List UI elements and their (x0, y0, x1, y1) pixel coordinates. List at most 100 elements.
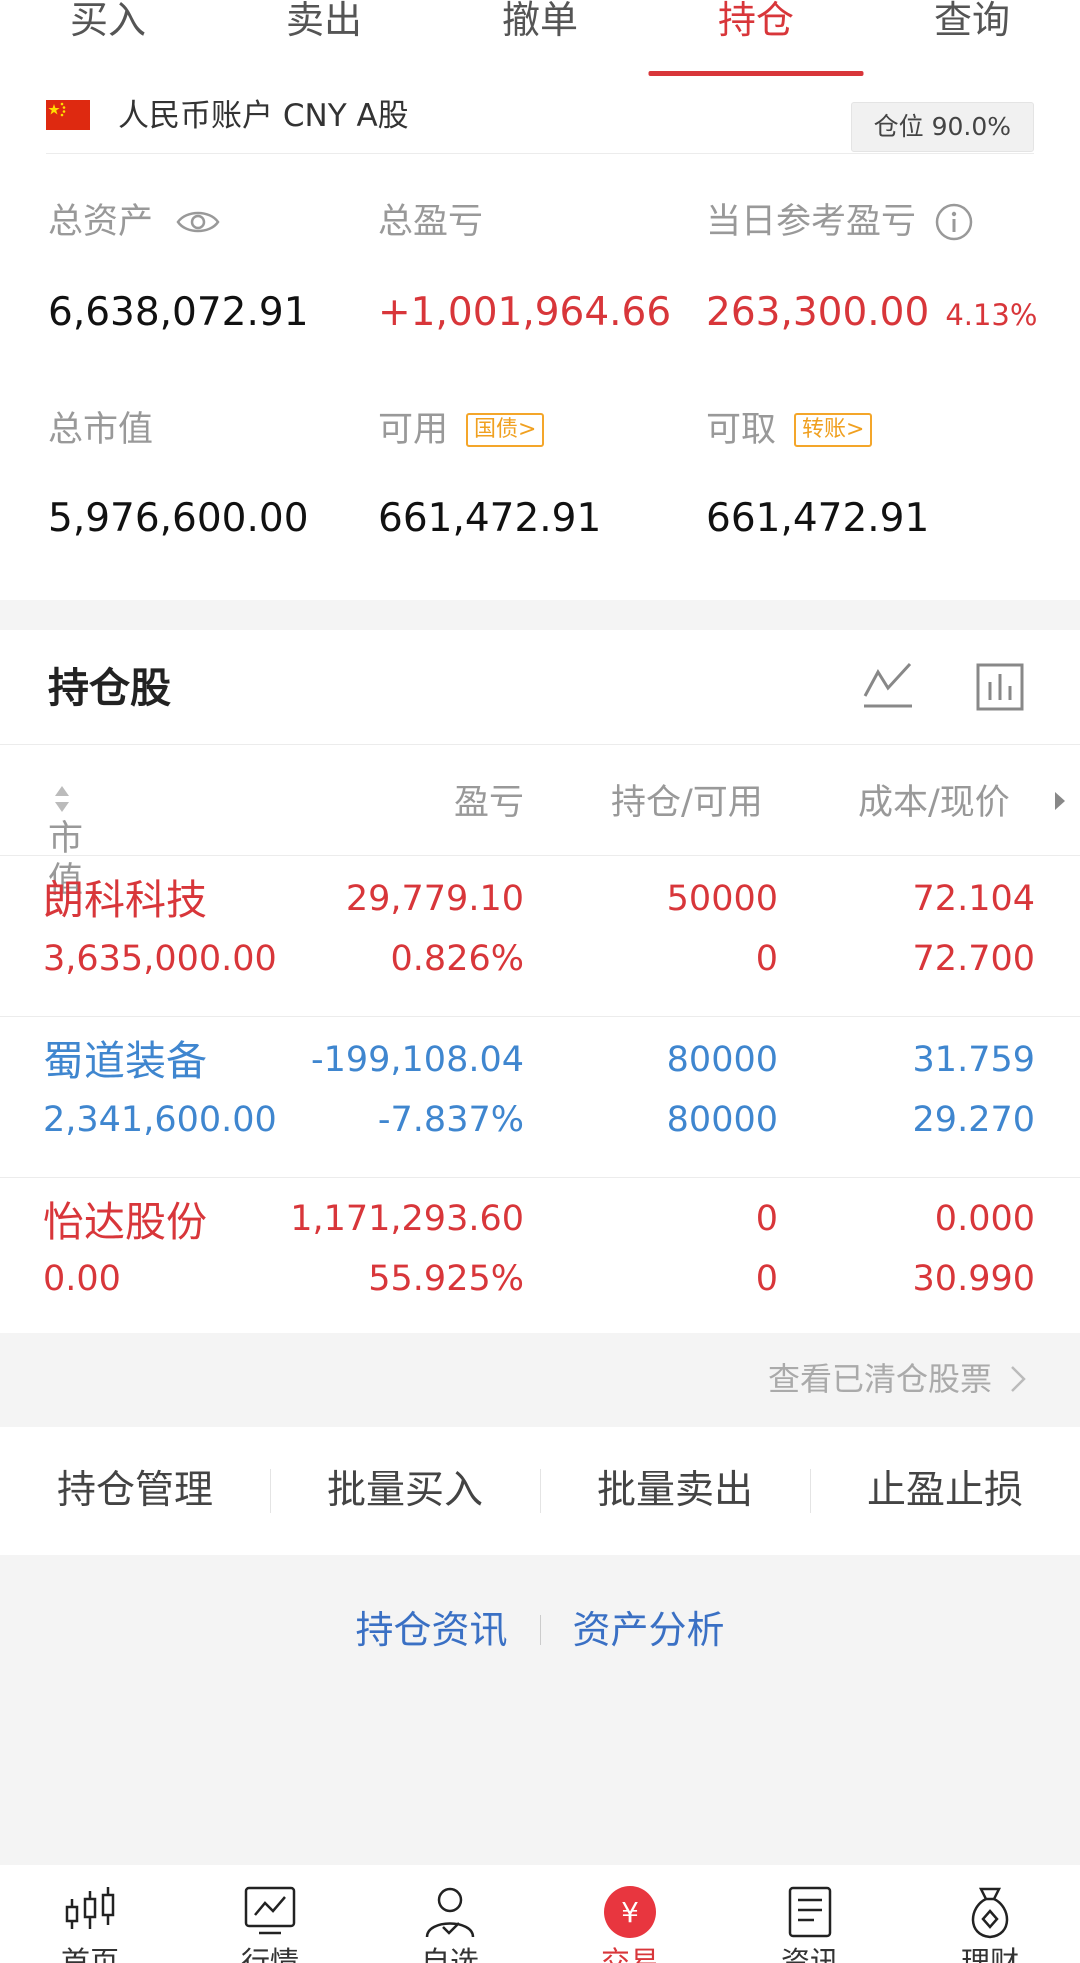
yuan-icon: ¥ (604, 1886, 656, 1938)
batch-sell-button[interactable]: 批量卖出 (540, 1467, 810, 1515)
nav-home[interactable]: 首页 (0, 1865, 180, 1963)
nav-wealth-label: 理财 (960, 1945, 1019, 1963)
svg-text:¥: ¥ (621, 1896, 639, 1929)
chart-icon (244, 1886, 296, 1935)
withdrawable-label-group: 可取 转账> (706, 410, 873, 450)
stock-name: 蜀道装备 (43, 1037, 207, 1085)
column-cost-price: 成本/现价 (858, 783, 1010, 823)
cleared-stocks-link[interactable]: 查看已清仓股票 (768, 1359, 1030, 1399)
nav-trade[interactable]: ¥ 交易 (540, 1865, 720, 1963)
stock-position: 0 (755, 1199, 778, 1239)
total-assets-label-group: 总资产 (48, 202, 221, 242)
column-position: 持仓/可用 (611, 783, 763, 823)
stock-price: 72.700 (912, 939, 1035, 979)
asset-analysis-link[interactable]: 资产分析 (573, 1607, 725, 1653)
person-check-icon (425, 1887, 475, 1938)
account-row: 人民币账户 CNY A股 仓位 90.0% (46, 94, 1034, 154)
holdings-header: 持仓股 (0, 630, 1080, 745)
total-assets-value: 6,638,072.91 (48, 290, 309, 335)
position-management-button[interactable]: 持仓管理 (0, 1467, 270, 1515)
holding-row[interactable]: 朗科科技 3,635,000.00 29,779.10 0.826% 50000… (0, 857, 1080, 1017)
links-row: 持仓资讯 资产分析 (0, 1607, 1080, 1653)
stock-pnl: 1,171,293.60 (290, 1199, 524, 1239)
position-ratio-badge: 仓位 90.0% (850, 102, 1034, 152)
bar-chart-icon[interactable] (975, 662, 1025, 712)
total-assets-label: 总资产 (48, 202, 154, 242)
stock-available: 80000 (666, 1100, 778, 1140)
holding-row[interactable]: 怡达股份 0.00 1,171,293.60 55.925% 0 0 0.000… (0, 1179, 1080, 1333)
available-value: 661,472.91 (378, 496, 602, 541)
tab-cancel[interactable]: 撤单 (432, 0, 648, 76)
stock-price: 29.270 (912, 1100, 1035, 1140)
stock-price: 30.990 (912, 1259, 1035, 1299)
tab-query[interactable]: 查询 (864, 0, 1080, 76)
daily-pnl-value: 263,300.00 (706, 290, 930, 335)
stock-market-value: 3,635,000.00 (43, 939, 277, 979)
nav-watchlist-label: 自选 (420, 1945, 479, 1963)
daily-pnl-label: 当日参考盈亏 (706, 202, 917, 242)
tab-holdings[interactable]: 持仓 (648, 0, 864, 76)
tab-buy[interactable]: 买入 (0, 0, 216, 76)
daily-pnl-group: 263,300.00 4.13% (706, 291, 1037, 337)
stock-market-value: 2,341,600.00 (43, 1100, 277, 1140)
stock-pnl-percent: 0.826% (390, 939, 524, 979)
tab-sell[interactable]: 卖出 (216, 0, 432, 76)
sort-icon (55, 786, 69, 812)
stock-cost: 72.104 (912, 879, 1035, 919)
stock-pnl-percent: 55.925% (368, 1259, 524, 1299)
sort-market-value[interactable]: 市值 (48, 782, 83, 901)
stock-name: 朗科科技 (43, 876, 207, 924)
info-icon[interactable] (934, 202, 974, 242)
stock-name: 怡达股份 (43, 1198, 207, 1246)
cleared-stocks-label: 查看已清仓股票 (767, 1360, 992, 1398)
holding-actions: 持仓管理 批量买入 批量卖出 止盈止损 (0, 1427, 1080, 1555)
nav-market[interactable]: 行情 (180, 1865, 360, 1963)
eye-icon[interactable] (175, 207, 221, 237)
treasury-bond-tag[interactable]: 国债> (466, 413, 545, 447)
link-separator (539, 1615, 541, 1645)
active-tab-indicator (648, 71, 864, 76)
nav-market-label: 行情 (240, 1945, 299, 1963)
top-tabs: 买入 卖出 撤单 持仓 查询 (0, 0, 1080, 76)
stock-available: 0 (755, 939, 778, 979)
scroll-right-icon[interactable] (1052, 786, 1068, 816)
available-label: 可用 (378, 410, 449, 450)
daily-pnl-percent: 4.13% (945, 298, 1038, 332)
nav-home-label: 首页 (60, 1945, 119, 1963)
bottom-navigation: 首页 行情 自选 ¥ 交易 资讯 理财 (0, 1865, 1080, 1963)
stock-available: 0 (755, 1259, 778, 1299)
nav-news-label: 资讯 (780, 1945, 839, 1963)
available-label-group: 可用 国债> (378, 410, 545, 450)
nav-trade-label: 交易 (600, 1945, 659, 1963)
holding-news-link[interactable]: 持仓资讯 (355, 1607, 507, 1653)
stock-cost: 0.000 (934, 1199, 1035, 1239)
nav-wealth[interactable]: 理财 (900, 1865, 1080, 1963)
batch-buy-button[interactable]: 批量买入 (270, 1467, 540, 1515)
tab-holdings-label: 持仓 (717, 0, 794, 42)
china-flag-icon (46, 100, 90, 130)
total-pnl-value: +1,001,964.66 (378, 290, 672, 335)
transfer-tag[interactable]: 转账> (794, 413, 873, 447)
withdrawable-label: 可取 (706, 410, 777, 450)
chevron-right-icon (1011, 1366, 1026, 1392)
daily-pnl-label-group: 当日参考盈亏 (706, 202, 974, 242)
holdings-column-header: 市值 盈亏 持仓/可用 成本/现价 (0, 746, 1080, 901)
line-chart-icon[interactable] (862, 660, 914, 710)
nav-watchlist[interactable]: 自选 (360, 1865, 540, 1963)
column-pnl: 盈亏 (453, 783, 524, 823)
holding-row[interactable]: 蜀道装备 2,341,600.00 -199,108.04 -7.837% 80… (0, 1018, 1080, 1178)
cleared-section: 查看已清仓股票 (0, 1333, 1080, 1427)
holdings-title: 持仓股 (48, 664, 171, 712)
stock-cost: 31.759 (912, 1040, 1035, 1080)
market-value-value: 5,976,600.00 (48, 496, 309, 541)
candlestick-icon (65, 1887, 115, 1929)
total-pnl-label: 总盈亏 (378, 202, 484, 242)
stock-pnl: 29,779.10 (345, 879, 524, 919)
stock-position: 50000 (666, 879, 778, 919)
withdrawable-value: 661,472.91 (706, 496, 930, 541)
stock-pnl: -199,108.04 (310, 1040, 524, 1080)
nav-news[interactable]: 资讯 (720, 1865, 900, 1963)
account-name[interactable]: 人民币账户 CNY A股 (118, 94, 409, 138)
stop-profit-loss-button[interactable]: 止盈止损 (810, 1467, 1080, 1515)
market-value-label: 总市值 (48, 410, 154, 450)
